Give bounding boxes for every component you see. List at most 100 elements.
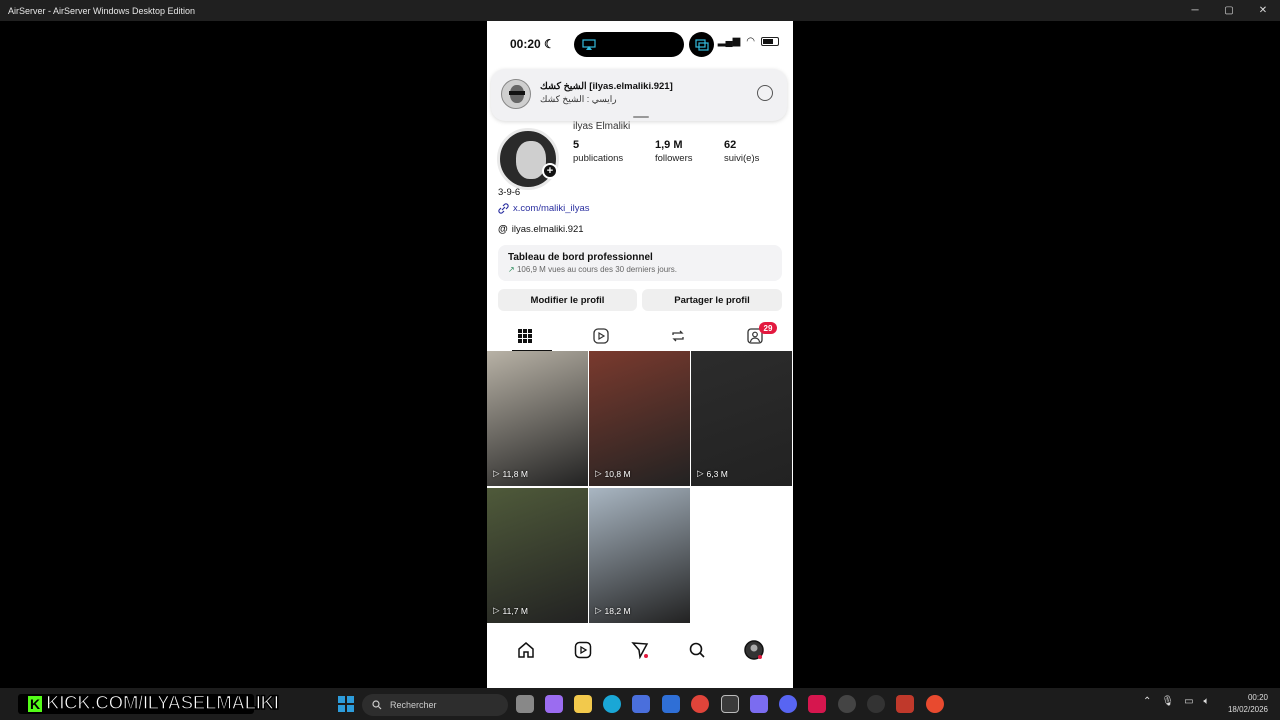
notification-title: الشيخ كشك [ilyas.elmaliki.921] [540,81,673,92]
edge-icon[interactable] [603,695,621,713]
tagged-badge: 29 [759,322,777,334]
file-explorer-icon[interactable] [574,695,592,713]
search-icon [372,700,382,710]
copilot-icon[interactable] [545,695,563,713]
task-view-icon[interactable] [516,695,534,713]
followers-count: 1,9 M [655,139,683,151]
posts-grid: ▷ 11,8 M ▷ 10,8 M ▷ 6,3 M ▷ 11,7 M ▷ 18,2 M [487,351,793,623]
followers-stat[interactable]: 1,9 M followers [655,139,693,164]
play-icon: ▷ [493,605,500,615]
share-profile-button[interactable]: Partager le profil [642,289,782,311]
threads-icon: @ [498,224,508,235]
tab-reels[interactable] [592,327,610,345]
status-bar: 00:20 ☾ ▂▄▆ ◠ [487,21,793,67]
post-views: ▷ 18,2 M [595,605,631,616]
taskbar-search[interactable]: Rechercher [362,694,508,716]
post-thumbnail[interactable]: ▷ 6,3 M [691,351,792,486]
direct-messages-icon[interactable] [629,639,651,661]
profile-bio: 3-9-6 [498,187,521,198]
app-red-icon[interactable] [926,695,944,713]
outlook-icon[interactable] [662,695,680,713]
play-icon: ▷ [493,468,500,478]
battery-icon [761,37,779,46]
profile-avatar[interactable] [497,128,559,190]
chrome-icon[interactable] [691,695,709,713]
post-thumbnail[interactable]: ▷ 11,7 M [487,488,588,623]
microphone-icon[interactable]: 🎙︎ [1161,696,1174,707]
post-thumbnail[interactable]: ▷ 11,8 M [487,351,588,486]
professional-dashboard[interactable]: Tableau de bord professionnel ↗ 106,9 M … [498,245,782,281]
post-views: ▷ 6,3 M [697,468,728,479]
phone-screen: 00:20 ☾ ▂▄▆ ◠ الشيخ كشك [ilyas.elmaliki.… [487,21,793,688]
discord-icon[interactable] [779,695,797,713]
kick-url-text: KICK.COM/ILYASELMALIKI [45,692,280,715]
status-time: 00:20 ☾ [510,37,555,51]
home-icon[interactable] [515,639,537,661]
add-story-icon[interactable]: + [542,163,558,179]
wifi-icon: ◠ [746,36,755,47]
screen-mirror-indicator [689,32,714,57]
maximize-button[interactable]: ▢ [1212,0,1246,21]
profile-tabs [487,321,793,351]
repost-icon [672,330,684,342]
close-button[interactable]: ✕ [1246,0,1280,21]
profile-username: ilyas Elmaliki [573,121,631,132]
profile-link[interactable]: x.com/maliki_ilyas [498,203,590,214]
notification-body: رايسي : الشيخ كشك [540,94,617,104]
status-icons: ▂▄▆ ◠ [718,36,779,47]
volume-icon[interactable]: 🔈︎ [1204,696,1210,707]
gaming-icon[interactable] [750,695,768,713]
kick-logo-icon: K [26,694,44,714]
dynamic-island [574,32,684,57]
posts-count: 5 [573,139,580,151]
reels-nav-icon[interactable] [572,639,594,661]
following-stat[interactable]: 62 suivi(e)s [724,139,759,164]
post-views: ▷ 11,8 M [493,468,528,479]
post-views: ▷ 10,8 M [595,468,631,479]
streamer-app-icon[interactable] [896,695,914,713]
reels-icon [593,328,609,344]
profile-nav-avatar[interactable] [743,639,765,661]
window-title: AirServer - AirServer Windows Desktop Ed… [8,5,196,16]
clock-time: 00:20 [1247,693,1268,702]
posts-stat[interactable]: 5 publications [573,139,623,164]
react-emoji-icon[interactable] [757,85,773,101]
followers-label: followers [655,153,693,164]
edit-profile-button[interactable]: Modifier le profil [498,289,637,311]
windows-start-icon[interactable] [337,695,355,713]
threads-link[interactable]: @ ilyas.elmaliki.921 [498,224,584,235]
chevron-up-icon[interactable]: ⌃ [1143,696,1151,707]
system-tray: ⌃ 🎙︎ ▭ 🔈︎ [1143,696,1210,707]
tab-grid[interactable] [516,327,534,345]
signal-icon: ▂▄▆ [717,36,741,47]
store-icon[interactable] [632,695,650,713]
clock[interactable]: 00:20 18/02/2026 [1228,692,1268,716]
post-views: ▷ 11,7 M [493,605,528,616]
play-icon: ▷ [595,605,602,615]
app-a-icon[interactable] [808,695,826,713]
app-dark-icon[interactable] [867,695,885,713]
dashboard-title: Tableau de bord professionnel [508,252,653,263]
minimize-button[interactable]: ─ [1178,0,1212,21]
obs-icon[interactable] [838,695,856,713]
following-count: 62 [724,139,737,151]
airplay-icon [582,39,596,50]
following-label: suivi(e)s [724,153,760,164]
notification-avatar [501,79,531,109]
mirror-icon [695,39,709,51]
dashboard-subtitle: ↗ 106,9 M vues au cours des 30 derniers … [508,265,678,274]
trend-up-icon: ↗ [508,265,515,274]
link-icon [498,203,509,214]
play-icon: ▷ [697,468,704,478]
notification-banner[interactable]: الشيخ كشك [ilyas.elmaliki.921] رايسي : ا… [491,69,787,121]
search-icon[interactable] [686,639,708,661]
search-label: Rechercher [390,700,437,710]
tab-reposts[interactable] [669,327,687,345]
profile-link-text: x.com/maliki_ilyas [513,203,590,214]
post-thumbnail[interactable]: ▷ 18,2 M [589,488,690,623]
network-icon[interactable]: ▭ [1184,696,1193,707]
post-thumbnail[interactable]: ▷ 10,8 M [589,351,690,486]
play-icon: ▷ [595,468,602,478]
airserver-icon[interactable] [721,695,739,713]
kick-overlay-banner: K KICK.COM/ILYASELMALIKI [12,692,280,716]
